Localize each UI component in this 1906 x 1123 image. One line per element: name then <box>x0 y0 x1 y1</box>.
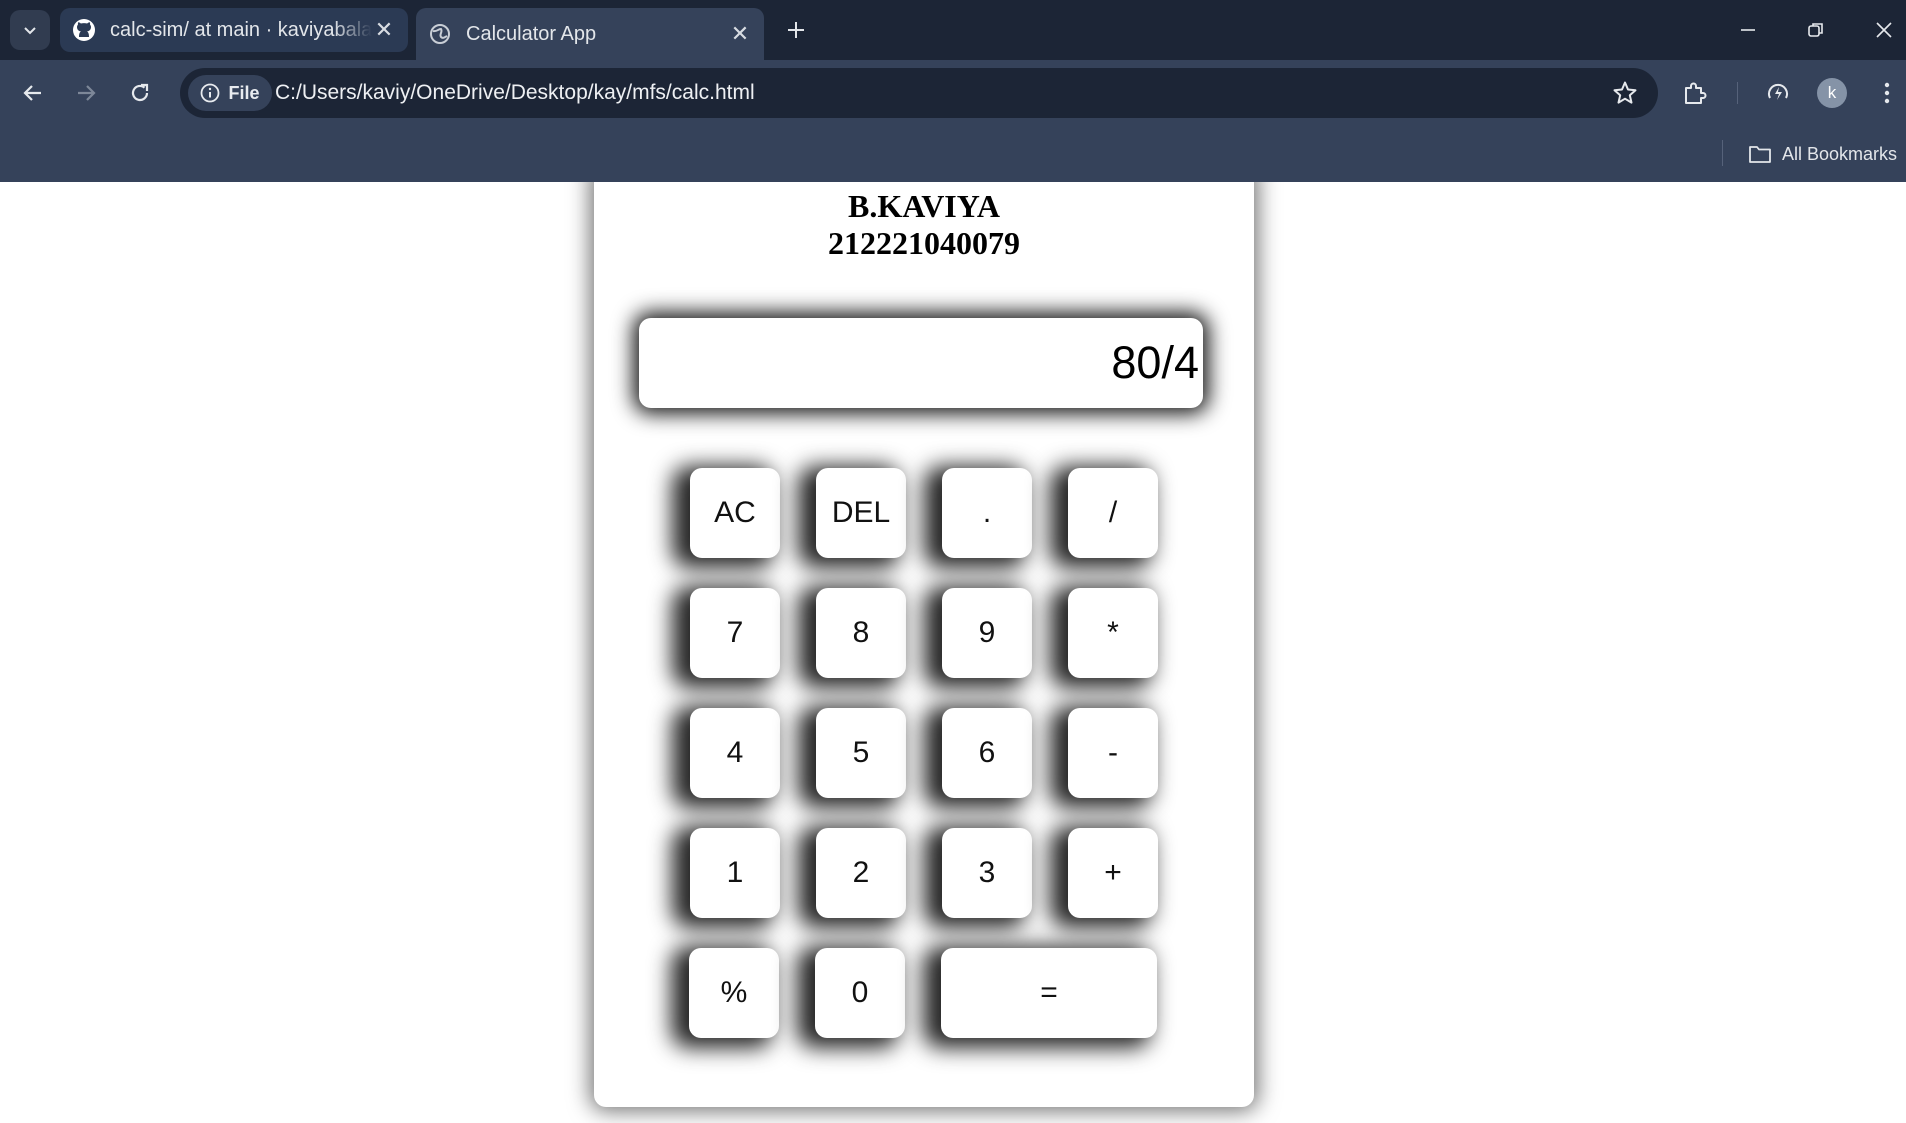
tab-title: calc-sim/ at main · kaviyabalaji/calc-si… <box>110 18 372 41</box>
chevron-down-icon <box>24 27 36 35</box>
restore-button[interactable] <box>1788 0 1844 60</box>
tab-calculator-app[interactable]: Calculator App ✕ <box>416 8 764 60</box>
key-ac[interactable]: AC <box>690 468 780 558</box>
close-icon[interactable]: ✕ <box>372 17 396 42</box>
performance-icon <box>1768 83 1788 100</box>
minimize-icon <box>1741 29 1755 31</box>
key-minus[interactable]: - <box>1068 708 1158 798</box>
plus-icon <box>788 22 804 38</box>
tab-title: Calculator App <box>466 22 597 45</box>
register-number: 212221040079 <box>828 225 1020 261</box>
reload-button[interactable] <box>122 75 158 111</box>
more-vert-icon <box>1884 82 1890 104</box>
student-name: B.KAVIYA <box>847 188 1001 224</box>
bookmarks-bar: All Bookmarks <box>0 126 1906 182</box>
address-bar[interactable]: File C:/Users/kaviy/OneDrive/Desktop/kay… <box>180 68 1658 118</box>
performance-button[interactable] <box>1762 77 1794 109</box>
tab-github[interactable]: calc-sim/ at main · kaviyabalaji/calc-si… <box>60 8 408 52</box>
toolbar-divider <box>1737 82 1738 104</box>
key-percent[interactable]: % <box>689 948 779 1038</box>
page-content: B.KAVIYA 212221040079 80/4 AC DEL . / 7 … <box>0 182 1906 1123</box>
bookmark-star-icon[interactable] <box>1612 80 1638 106</box>
key-8[interactable]: 8 <box>816 588 906 678</box>
key-2[interactable]: 2 <box>816 828 906 918</box>
calculator-display: 80/4 <box>639 318 1203 408</box>
reload-icon <box>131 83 149 102</box>
key-del[interactable]: DEL <box>816 468 906 558</box>
tab-strip: calc-sim/ at main · kaviyabalaji/calc-si… <box>0 0 1906 60</box>
key-plus[interactable]: + <box>1068 828 1158 918</box>
key-1[interactable]: 1 <box>690 828 780 918</box>
profile-avatar[interactable]: k <box>1817 78 1847 108</box>
tab-search-button[interactable] <box>10 10 50 50</box>
menu-button[interactable] <box>1871 77 1903 109</box>
github-icon <box>72 18 96 42</box>
globe-icon <box>428 22 452 46</box>
key-7[interactable]: 7 <box>690 588 780 678</box>
browser-toolbar: File C:/Users/kaviy/OneDrive/Desktop/kay… <box>0 60 1906 126</box>
forward-button[interactable] <box>68 75 104 111</box>
site-info-chip[interactable]: File <box>188 75 272 111</box>
close-icon[interactable]: ✕ <box>728 21 752 46</box>
back-button[interactable] <box>15 75 51 111</box>
key-5[interactable]: 5 <box>816 708 906 798</box>
close-window-button[interactable] <box>1856 0 1906 60</box>
folder-icon <box>1749 146 1771 163</box>
key-6[interactable]: 6 <box>942 708 1032 798</box>
url-text: C:/Users/kaviy/OneDrive/Desktop/kay/mfs/… <box>275 81 755 104</box>
extensions-button[interactable] <box>1679 77 1711 109</box>
restore-icon <box>1808 23 1823 37</box>
bookmarks-divider <box>1722 140 1723 166</box>
key-equals[interactable]: = <box>941 948 1157 1038</box>
site-chip-label: File <box>228 82 260 103</box>
key-multiply[interactable]: * <box>1068 588 1158 678</box>
all-bookmarks-button[interactable]: All Bookmarks <box>1748 138 1897 170</box>
minimize-button[interactable] <box>1720 0 1776 60</box>
new-tab-button[interactable] <box>778 12 814 48</box>
calculator-card: B.KAVIYA 212221040079 80/4 AC DEL . / 7 … <box>594 182 1254 1107</box>
key-9[interactable]: 9 <box>942 588 1032 678</box>
puzzle-icon <box>1685 82 1707 104</box>
key-0[interactable]: 0 <box>815 948 905 1038</box>
key-4[interactable]: 4 <box>690 708 780 798</box>
key-divide[interactable]: / <box>1068 468 1158 558</box>
close-icon <box>1876 22 1892 38</box>
info-icon <box>201 83 220 103</box>
all-bookmarks-label: All Bookmarks <box>1782 143 1898 164</box>
arrow-right-icon <box>78 85 96 101</box>
key-decimal[interactable]: . <box>942 468 1032 558</box>
key-3[interactable]: 3 <box>942 828 1032 918</box>
arrow-left-icon <box>23 85 41 101</box>
